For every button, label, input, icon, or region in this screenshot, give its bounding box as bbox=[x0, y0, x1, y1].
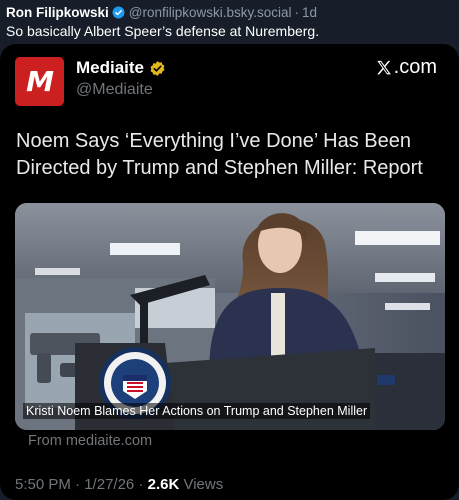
publisher-name-row: Mediaite bbox=[76, 58, 166, 78]
meta-separator: · bbox=[138, 476, 144, 493]
x-platform-logo[interactable]: .com bbox=[375, 56, 437, 79]
publisher-name[interactable]: Mediaite bbox=[76, 58, 144, 78]
platform-label: .com bbox=[393, 56, 437, 78]
gold-verified-badge-icon bbox=[150, 60, 165, 76]
post-age[interactable]: 1d bbox=[302, 5, 317, 20]
logo-letter: M bbox=[26, 65, 54, 98]
header-separator: · bbox=[294, 5, 300, 20]
x-logo-icon bbox=[376, 60, 391, 74]
author-handle[interactable]: @ronfilipkowski.bsky.social bbox=[129, 5, 292, 20]
post-time[interactable]: 5:50 PM bbox=[15, 476, 71, 493]
post-meta: 5:50 PM · 1/27/26 · 2.6K Views bbox=[15, 476, 223, 493]
author-name[interactable]: Ron Filipkowski bbox=[6, 5, 109, 20]
social-post: Ron Filipkowski @ronfilipkowski.bsky.soc… bbox=[0, 0, 459, 500]
views-label: Views bbox=[183, 476, 224, 493]
verified-badge-icon bbox=[112, 6, 125, 19]
post-text: So basically Albert Speer’s defense at N… bbox=[6, 23, 320, 39]
meta-separator: · bbox=[75, 476, 81, 493]
article-image[interactable]: Kristi Noem Blames Her Actions on Trump … bbox=[15, 203, 445, 430]
embedded-post-card[interactable]: M Mediaite @Mediaite .com Noem Says ‘Eve… bbox=[0, 44, 459, 500]
views-count[interactable]: 2.6K bbox=[148, 476, 180, 493]
post-header: Ron Filipkowski @ronfilipkowski.bsky.soc… bbox=[6, 5, 317, 20]
publisher-handle[interactable]: @Mediaite bbox=[76, 81, 153, 99]
image-caption: Kristi Noem Blames Her Actions on Trump … bbox=[23, 403, 371, 419]
post-date[interactable]: 1/27/26 bbox=[84, 476, 134, 493]
source-link[interactable]: From mediaite.com bbox=[28, 433, 152, 449]
article-photo bbox=[15, 203, 445, 430]
article-headline[interactable]: Noem Says ‘Everything I’ve Done’ Has Bee… bbox=[16, 128, 436, 182]
mediaite-logo-icon[interactable]: M bbox=[15, 57, 64, 106]
